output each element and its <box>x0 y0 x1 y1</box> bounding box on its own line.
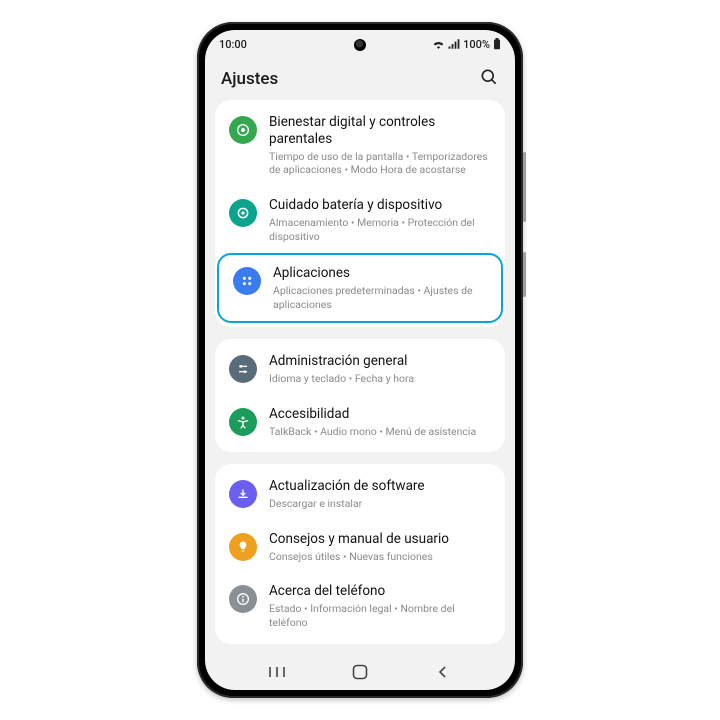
power-button <box>523 252 526 297</box>
settings-item-text: Acerca del teléfono Estado • Información … <box>269 583 491 629</box>
wellbeing-icon <box>229 116 257 144</box>
settings-item-software-update[interactable]: Actualización de software Descargar e ins… <box>215 468 505 521</box>
settings-item-digital-wellbeing[interactable]: Bienestar digital y controles parentales… <box>215 104 505 187</box>
settings-item-title: Bienestar digital y controles parentales <box>269 114 491 148</box>
status-time: 10:00 <box>219 38 247 51</box>
battery-percent: 100% <box>463 38 490 51</box>
settings-item-title: Cuidado batería y dispositivo <box>269 197 491 214</box>
device-care-icon <box>229 199 257 227</box>
title-bar: Ajustes <box>205 58 515 100</box>
settings-item-tips[interactable]: Consejos y manual de usuario Consejos úti… <box>215 521 505 574</box>
settings-item-text: Cuidado batería y dispositivo Almacenamie… <box>269 197 491 243</box>
page-title: Ajustes <box>221 69 278 89</box>
settings-item-title: Actualización de software <box>269 478 491 495</box>
phone-frame: 10:00 100% Ajustes Bienestar digital y c… <box>197 22 523 698</box>
back-icon <box>436 665 450 679</box>
recents-icon <box>268 665 286 679</box>
home-icon <box>352 664 368 680</box>
settings-item-text: Accesibilidad TalkBack • Audio mono • Men… <box>269 406 491 439</box>
settings-group: Bienestar digital y controles parentales… <box>215 100 505 327</box>
settings-item-text: Actualización de software Descargar e ins… <box>269 478 491 511</box>
update-icon <box>229 480 257 508</box>
settings-item-subtitle: Tiempo de uso de la pantalla • Temporiza… <box>269 150 491 177</box>
front-camera <box>354 39 366 51</box>
home-button[interactable] <box>349 661 371 683</box>
settings-item-text: Consejos y manual de usuario Consejos úti… <box>269 531 491 564</box>
settings-item-title: Aplicaciones <box>273 265 487 282</box>
settings-group: Actualización de software Descargar e ins… <box>215 464 505 643</box>
wifi-icon <box>432 39 445 49</box>
navigation-bar <box>205 654 515 690</box>
accessibility-icon <box>229 408 257 436</box>
apps-icon <box>233 267 261 295</box>
search-button[interactable] <box>479 67 499 91</box>
screen: 10:00 100% Ajustes Bienestar digital y c… <box>205 30 515 690</box>
back-button[interactable] <box>432 661 454 683</box>
settings-item-subtitle: TalkBack • Audio mono • Menú de asistenc… <box>269 425 491 439</box>
volume-button <box>523 152 526 222</box>
settings-item-subtitle: Idioma y teclado • Fecha y hora <box>269 372 491 386</box>
signal-icon <box>448 39 460 49</box>
settings-item-text: Administración general Idioma y teclado •… <box>269 353 491 386</box>
settings-item-about-phone[interactable]: Acerca del teléfono Estado • Información … <box>215 573 505 639</box>
settings-item-general-management[interactable]: Administración general Idioma y teclado •… <box>215 343 505 396</box>
settings-item-apps[interactable]: Aplicaciones Aplicaciones predeterminadas… <box>217 253 503 323</box>
tips-icon <box>229 533 257 561</box>
settings-item-title: Administración general <box>269 353 491 370</box>
status-right: 100% <box>432 38 501 51</box>
general-icon <box>229 355 257 383</box>
settings-item-subtitle: Estado • Información legal • Nombre del … <box>269 602 491 629</box>
settings-item-subtitle: Aplicaciones predeterminadas • Ajustes d… <box>273 284 487 311</box>
settings-item-subtitle: Almacenamiento • Memoria • Protección de… <box>269 216 491 243</box>
settings-item-subtitle: Consejos útiles • Nuevas funciones <box>269 550 491 564</box>
settings-item-battery-device-care[interactable]: Cuidado batería y dispositivo Almacenamie… <box>215 187 505 253</box>
search-icon <box>479 67 499 87</box>
about-icon <box>229 585 257 613</box>
settings-list[interactable]: Bienestar digital y controles parentales… <box>205 100 515 654</box>
settings-item-text: Aplicaciones Aplicaciones predeterminadas… <box>273 265 487 311</box>
settings-item-text: Bienestar digital y controles parentales… <box>269 114 491 177</box>
settings-item-subtitle: Descargar e instalar <box>269 497 491 511</box>
recents-button[interactable] <box>266 661 288 683</box>
settings-item-title: Accesibilidad <box>269 406 491 423</box>
settings-item-title: Acerca del teléfono <box>269 583 491 600</box>
battery-icon <box>493 38 501 50</box>
settings-item-title: Consejos y manual de usuario <box>269 531 491 548</box>
settings-item-accessibility[interactable]: Accesibilidad TalkBack • Audio mono • Men… <box>215 396 505 449</box>
settings-group: Administración general Idioma y teclado •… <box>215 339 505 452</box>
